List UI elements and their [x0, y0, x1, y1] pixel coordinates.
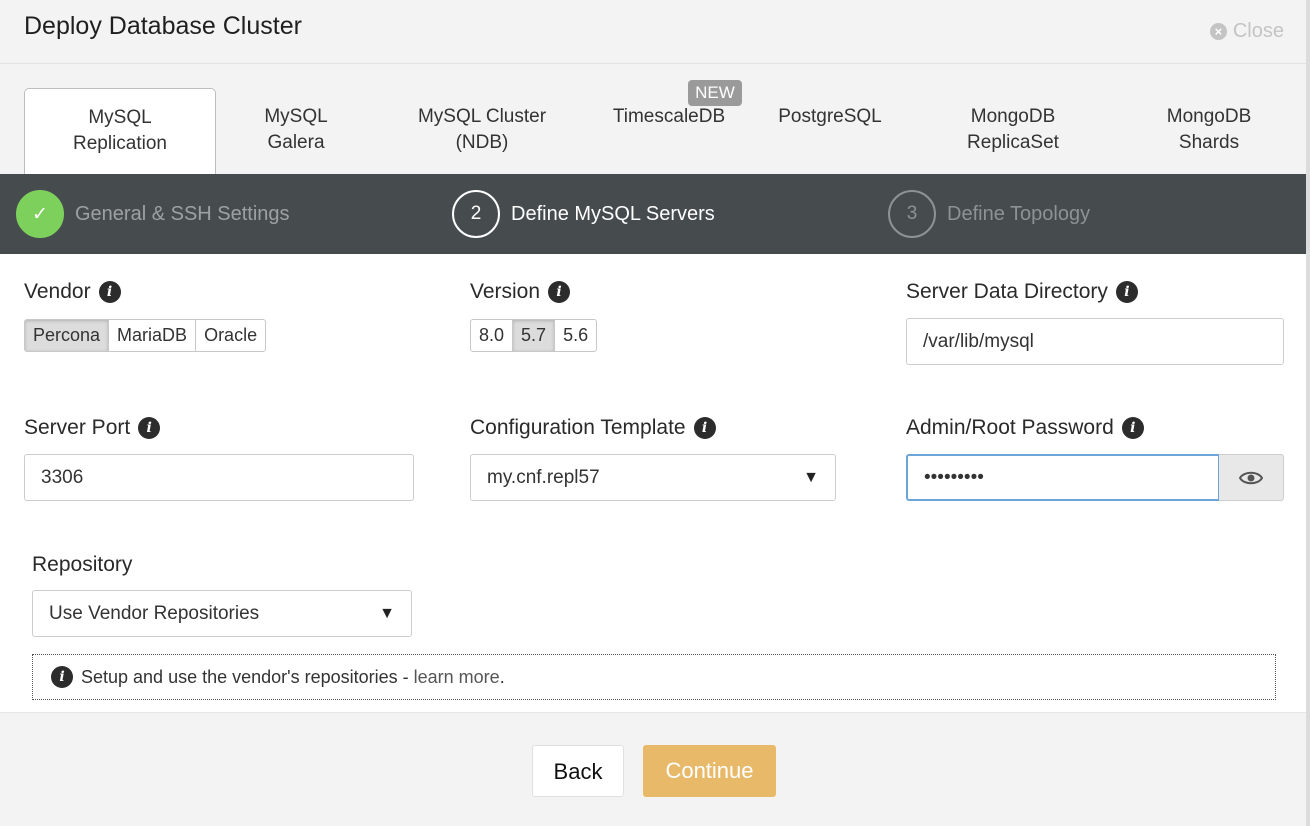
version-option-5-6[interactable]: 5.6 — [555, 320, 596, 351]
dialog-header: Deploy Database Cluster × Close — [0, 0, 1310, 64]
vendor-label-text: Vendor — [24, 280, 91, 303]
data-dir-label: Server Data Directory i — [906, 280, 1138, 304]
tab-label-line2: ReplicaSet — [967, 132, 1059, 153]
password-label: Admin/Root Password i — [906, 416, 1144, 440]
tab-label-line1: TimescaleDB — [612, 106, 726, 127]
tab-label-line1: MySQL — [88, 107, 152, 128]
repository-label: Repository — [32, 553, 132, 577]
continue-button[interactable]: Continue — [643, 745, 776, 797]
tab-postgresql[interactable]: PostgreSQL — [762, 88, 898, 174]
tab-mysql-cluster-ndb[interactable]: MySQL Cluster (NDB) — [396, 88, 568, 174]
close-icon: × — [1209, 23, 1227, 40]
version-label: Version i — [470, 280, 571, 304]
port-input[interactable]: 3306 — [24, 454, 414, 501]
step-label: Define MySQL Servers — [511, 202, 715, 225]
tab-label-line2: Replication — [73, 133, 167, 154]
step-number: 3 — [888, 190, 936, 238]
tab-label-line1: MongoDB — [970, 106, 1056, 127]
port-label-text: Server Port — [24, 416, 131, 439]
close-label: Close — [1232, 20, 1284, 42]
learn-more-link[interactable]: learn more — [414, 667, 500, 687]
wizard-steps: ✓ General & SSH Settings 2 Define MySQL … — [0, 174, 1310, 254]
info-icon[interactable]: i — [693, 417, 716, 439]
tab-label-line1: PostgreSQL — [778, 106, 882, 127]
tab-mongodb-replicaset[interactable]: MongoDB ReplicaSet — [938, 88, 1088, 174]
config-template-label-text: Configuration Template — [470, 416, 686, 439]
step-label: Define Topology — [947, 202, 1091, 225]
vendor-option-percona[interactable]: Percona — [25, 320, 110, 351]
tab-mysql-galera[interactable]: MySQL Galera — [226, 88, 366, 174]
tab-label-line2: Shards — [1178, 132, 1240, 153]
note-end: . — [499, 666, 505, 687]
vendor-label: Vendor i — [24, 280, 121, 304]
info-icon[interactable]: i — [1115, 281, 1138, 303]
password-input[interactable]: ••••••••• — [906, 454, 1220, 501]
info-icon[interactable]: i — [1121, 417, 1144, 439]
repository-info-note: i Setup and use the vendor's repositorie… — [32, 654, 1276, 700]
info-icon: i — [51, 666, 73, 688]
show-password-button[interactable] — [1219, 454, 1284, 501]
step-label: General & SSH Settings — [75, 202, 290, 225]
step-define-topology[interactable]: 3 Define Topology — [888, 190, 1090, 238]
version-selector: 8.0 5.7 5.6 — [470, 319, 598, 352]
dialog-footer: Back Continue — [0, 712, 1310, 826]
new-badge: NEW — [688, 80, 742, 106]
info-icon[interactable]: i — [548, 281, 571, 303]
tab-label-line2: Galera — [267, 132, 325, 153]
dropdown-arrow-icon: ▼ — [803, 469, 819, 486]
vendor-selector: Percona MariaDB Oracle — [24, 319, 267, 352]
step-number: 2 — [452, 190, 500, 238]
data-dir-label-text: Server Data Directory — [906, 280, 1108, 303]
config-template-select[interactable]: my.cnf.repl57 ▼ — [470, 454, 836, 501]
repository-select[interactable]: Use Vendor Repositories ▼ — [32, 590, 412, 637]
config-template-value: my.cnf.repl57 — [487, 467, 600, 488]
config-template-label: Configuration Template i — [470, 416, 716, 440]
version-option-5-7[interactable]: 5.7 — [513, 320, 556, 351]
vendor-option-oracle[interactable]: Oracle — [196, 320, 265, 351]
password-label-text: Admin/Root Password — [906, 416, 1114, 439]
close-button[interactable]: × Close — [1209, 20, 1284, 43]
version-option-8-0[interactable]: 8.0 — [471, 320, 514, 351]
repository-label-text: Repository — [32, 553, 133, 576]
back-button[interactable]: Back — [532, 745, 624, 797]
vendor-option-mariadb[interactable]: MariaDB — [109, 320, 197, 351]
cluster-type-tabs: MySQL Replication MySQL Galera MySQL Clu… — [0, 64, 1310, 175]
tab-label-line1: MySQL — [264, 106, 328, 127]
tab-mysql-replication[interactable]: MySQL Replication — [24, 88, 216, 175]
tab-label-line1: MySQL Cluster — [417, 106, 547, 127]
info-icon[interactable]: i — [138, 417, 161, 439]
scrollbar-track — [1306, 0, 1310, 826]
tab-label-line2: (NDB) — [455, 132, 509, 153]
dropdown-arrow-icon: ▼ — [379, 605, 395, 622]
data-dir-input[interactable]: /var/lib/mysql — [906, 318, 1284, 365]
step-general-ssh[interactable]: ✓ General & SSH Settings — [16, 190, 290, 238]
checkmark-icon: ✓ — [16, 190, 64, 238]
eye-icon — [1239, 471, 1263, 484]
repository-value: Use Vendor Repositories — [49, 603, 260, 624]
note-text: Setup and use the vendor's repositories … — [81, 666, 414, 687]
info-icon[interactable]: i — [98, 281, 121, 303]
tab-label-line1: MongoDB — [1166, 106, 1252, 127]
dialog-title: Deploy Database Cluster — [24, 12, 302, 40]
step-define-servers[interactable]: 2 Define MySQL Servers — [452, 190, 715, 238]
tab-mongodb-shards[interactable]: MongoDB Shards — [1140, 88, 1278, 174]
port-label: Server Port i — [24, 416, 161, 440]
version-label-text: Version — [470, 280, 541, 303]
